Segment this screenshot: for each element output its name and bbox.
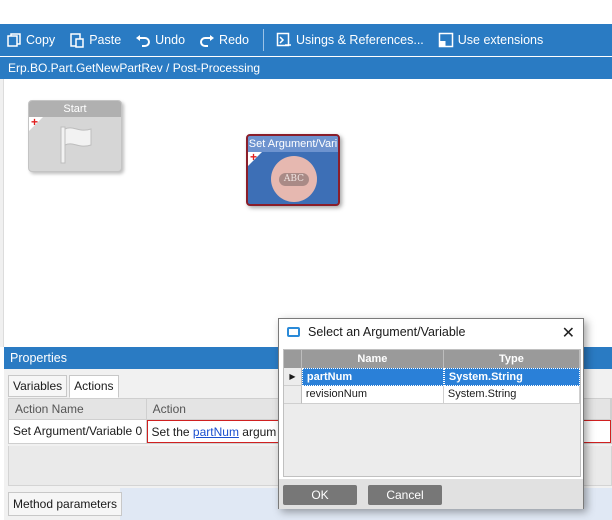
start-node[interactable]: Start + — [28, 100, 122, 172]
close-icon[interactable]: ✕ — [562, 323, 575, 343]
redo-label: Redo — [219, 33, 249, 47]
expand-plus-icon[interactable]: + — [250, 151, 257, 163]
action-prefix: Set the — [151, 425, 193, 439]
set-argument-node[interactable]: Set Argument/Vari + ABC — [246, 134, 340, 206]
tab-actions[interactable]: Actions — [69, 375, 119, 398]
breadcrumb: Erp.BO.Part.GetNewPartRev / Post-Process… — [0, 57, 612, 79]
paste-button[interactable]: Paste — [63, 24, 129, 56]
usings-label: Usings & References... — [295, 33, 424, 47]
argument-row-revisionnum[interactable]: revisionNum System.String — [284, 386, 580, 404]
partnum-link[interactable]: partNum — [193, 425, 239, 439]
copy-button[interactable]: Copy — [0, 24, 63, 56]
references-icon — [276, 32, 291, 47]
undo-button[interactable]: Undo — [129, 24, 193, 56]
usings-references-button[interactable]: Usings & References... — [270, 24, 432, 56]
expand-plus-icon[interactable]: + — [31, 116, 38, 128]
argument-row-partnum[interactable]: ▶ partNum System.String — [284, 368, 580, 386]
redo-button[interactable]: Redo — [193, 24, 257, 56]
argument-name: partNum — [301, 368, 444, 386]
tab-method-parameters[interactable]: Method parameters — [8, 492, 123, 516]
action-name-cell: Set Argument/Variable 0 — [9, 420, 147, 443]
row-header-corner — [284, 350, 302, 368]
start-node-title: Start — [29, 101, 121, 117]
window-icon — [287, 327, 300, 337]
toolbar: Copy Paste Undo Redo Usings & References… — [0, 24, 612, 56]
select-argument-dialog: Select an Argument/Variable ✕ Name Type … — [278, 318, 584, 509]
row-header — [284, 386, 302, 404]
use-extensions-button[interactable]: Use extensions — [432, 24, 551, 56]
undo-icon — [136, 35, 151, 47]
set-node-title: Set Argument/Vari — [248, 136, 338, 152]
copy-icon — [7, 33, 21, 47]
column-name[interactable]: Name — [302, 350, 444, 368]
toolbar-separator — [262, 29, 264, 51]
column-action-name[interactable]: Action Name — [9, 399, 147, 419]
action-suffix: argum — [238, 425, 277, 439]
argument-grid: Name Type ▶ partNum System.String revisi… — [283, 349, 581, 477]
extensions-icon — [438, 32, 454, 48]
argument-type: System.String — [443, 386, 580, 404]
properties-tabs: Variables Actions — [8, 375, 121, 398]
abc-icon: ABC — [279, 173, 309, 186]
flag-icon — [60, 126, 92, 164]
copy-label: Copy — [26, 33, 56, 47]
canvas-edge — [0, 79, 4, 347]
paste-label: Paste — [89, 33, 122, 47]
column-type[interactable]: Type — [444, 350, 580, 368]
paste-icon — [70, 33, 84, 48]
argument-name: revisionNum — [301, 386, 444, 404]
redo-icon — [200, 35, 215, 47]
argument-grid-header: Name Type — [284, 350, 580, 368]
dialog-titlebar: Select an Argument/Variable — [279, 319, 583, 345]
current-row-arrow-icon: ▶ — [284, 368, 302, 386]
cancel-button[interactable]: Cancel — [368, 485, 442, 505]
extensions-label: Use extensions — [457, 33, 544, 47]
dialog-title: Select an Argument/Variable — [308, 325, 466, 339]
ok-button[interactable]: OK — [283, 485, 357, 505]
argument-type: System.String — [443, 368, 580, 386]
undo-label: Undo — [155, 33, 186, 47]
tab-variables[interactable]: Variables — [8, 375, 68, 397]
